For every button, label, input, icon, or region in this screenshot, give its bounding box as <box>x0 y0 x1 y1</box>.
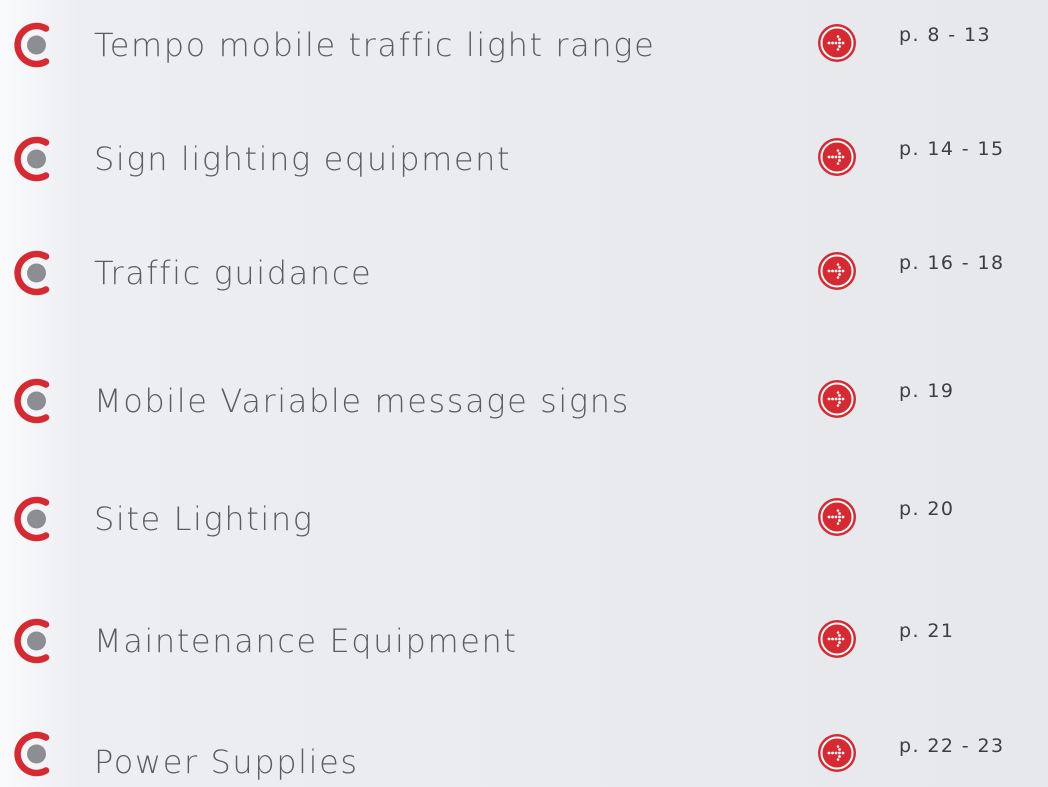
toc-label: Traffic guidance <box>94 254 373 292</box>
toc-label: Tempo mobile traffic light range <box>94 26 656 64</box>
toc-row-tempo[interactable]: Tempo mobile traffic light range p. 8 - … <box>0 16 1048 76</box>
toc-row-traffic-guidance[interactable]: Traffic guidance p. 16 - 18 <box>0 244 1048 304</box>
page-reference: p. 22 - 23 <box>899 735 1005 757</box>
dotted-arrow-circle-icon[interactable] <box>817 379 857 419</box>
toc-row-power-supplies[interactable]: Power Supplies p. 22 - 23 <box>0 725 1048 785</box>
page-reference: p. 19 <box>899 380 955 402</box>
dotted-arrow-circle-icon[interactable] <box>817 137 857 177</box>
table-of-contents: Tempo mobile traffic light range p. 8 - … <box>0 0 1048 787</box>
toc-row-sign-lighting[interactable]: Sign lighting equipment p. 14 - 15 <box>0 130 1048 190</box>
toc-label: Power Supplies <box>94 743 359 781</box>
toc-label: Sign lighting equipment <box>94 140 512 178</box>
c-ring-bullet-icon <box>13 136 59 182</box>
dotted-arrow-circle-icon[interactable] <box>817 251 857 291</box>
c-ring-bullet-icon <box>13 378 59 424</box>
toc-row-maintenance[interactable]: Maintenance Equipment p. 21 <box>0 612 1048 672</box>
dotted-arrow-circle-icon[interactable] <box>817 619 857 659</box>
c-ring-bullet-icon <box>13 496 59 542</box>
c-ring-bullet-icon <box>13 618 59 664</box>
page-reference: p. 20 <box>899 498 955 520</box>
dotted-arrow-circle-icon[interactable] <box>817 23 857 63</box>
toc-label: Site Lighting <box>94 500 314 538</box>
dotted-arrow-circle-icon[interactable] <box>817 497 857 537</box>
c-ring-bullet-icon <box>13 731 59 777</box>
page-reference: p. 8 - 13 <box>899 24 991 46</box>
page-reference: p. 16 - 18 <box>899 252 1005 274</box>
c-ring-bullet-icon <box>13 22 59 68</box>
toc-label: Maintenance Equipment <box>94 622 518 660</box>
dotted-arrow-circle-icon[interactable] <box>817 733 857 773</box>
toc-label: Mobile Variable message signs <box>94 382 630 420</box>
page-reference: p. 14 - 15 <box>899 138 1005 160</box>
toc-row-site-lighting[interactable]: Site Lighting p. 20 <box>0 490 1048 550</box>
toc-row-mobile-vms[interactable]: Mobile Variable message signs p. 19 <box>0 372 1048 432</box>
c-ring-bullet-icon <box>13 250 59 296</box>
page-reference: p. 21 <box>899 620 955 642</box>
